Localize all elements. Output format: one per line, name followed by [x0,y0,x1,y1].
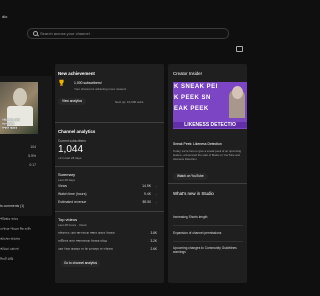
top-videos-title: Top videos [58,217,78,222]
whats-new-item[interactable]: Expansion of channel permissions [173,231,243,235]
thumbnail-line: EAK PEEK [174,106,209,112]
divider [168,183,247,184]
trend-icon: - [155,200,157,204]
trend-icon: - [155,184,157,188]
go-to-analytics-button[interactable]: Go to channel analytics [61,260,101,267]
summary-value: 9.4K [144,192,151,196]
watch-on-youtube-button[interactable]: Watch on YouTube [173,173,208,180]
subscribers-label: Current subscribers [58,139,86,143]
thumbnail-line: K SNEAK PEI [174,84,218,90]
summary-row[interactable]: Views 14.9K - [58,184,157,188]
subscribers-change: +9 in last 28 days [58,156,82,160]
divider [55,166,164,167]
analytics-title: Channel analytics [58,129,96,134]
stat-value: 104 [30,145,36,149]
summary-label: Views [58,184,67,188]
top-videos-period: Last 48 hours · Views [58,223,87,227]
summary-value: $9.50 [142,200,152,204]
thumbnail-text: বহিরাগত কেন আপনাকে সম্মান করবে [2,118,20,130]
latest-video-thumbnail[interactable]: বহিরাগত কেন আপনাকে সম্মান করবে [0,82,38,134]
comment-line[interactable]: আমরা কোনো [0,244,52,254]
summary-period: Last 28 days [58,178,76,182]
comment-line[interactable]: আসেন আসেন [0,234,52,244]
divider [173,225,243,226]
insider-video-thumbnail[interactable]: K SNEAK PEI K PEEK SN EAK PEEK LIKENESS … [173,82,247,129]
top-video-row[interactable]: কেন বিয়ে করছেন না কি ভাবছেন বা পরিবার 2… [58,247,157,254]
search-input[interactable] [40,30,210,36]
achievement-next: Next up: 10,000 subs [115,100,144,104]
analytics-card: New achievement 1,000 subscribers! Your … [55,64,164,283]
summary-label: Estimated revenue [58,200,87,204]
stat-value: 5.5% [28,154,36,158]
insider-video-description: Today, we're here to give a sneak peek o… [173,149,242,161]
search-bar[interactable] [27,28,229,39]
top-video-title: কেন বিয়ে করছেন না কি ভাবছেন বা পরিবার [58,247,113,251]
subscribers-value: 1,044 [58,144,84,155]
presenter-head [232,86,243,99]
comment-line[interactable]: পরিষ্কার ভাবে [0,214,52,224]
summary-value: 14.9K [142,184,151,188]
achievement-name: 1,000 subscribers! [74,81,102,85]
achievement-subtitle: Your channel is attracting more viewers [74,87,127,91]
brand-label: dio [2,14,8,19]
insider-card: Creator Insider K SNEAK PEI K PEEK SN EA… [168,64,247,283]
stat-value: 0:17 [29,163,36,167]
achievement-title: New achievement [58,71,95,76]
latest-video-stats: 104 5.5% 0:17 [2,145,36,172]
comment-line[interactable]: দেখতে পারেন জি শুনি [0,224,52,234]
summary-title: Summary [58,172,76,177]
thumbnail-face [13,88,27,106]
trend-icon: - [155,192,157,196]
trophy-icon [59,79,64,86]
divider [55,211,164,212]
top-video-views: 3.2K [150,239,157,243]
search-icon [33,31,38,36]
top-video-views: 2.6K [150,247,157,251]
top-video-views: 3.8K [150,231,157,235]
comment-lines: পরিষ্কার ভাবে দেখতে পারেন জি শুনি আসেন আ… [0,214,52,264]
whats-new-title: What's new in Studio [173,191,214,196]
top-video-row[interactable]: বহিরাগত কেন আপনাকে সম্মান করবে নিজের 3.8… [58,231,157,238]
top-video-title: নারীদের জন্য সম্মানজনক নিজের চরিত্র [58,239,108,243]
divider [173,241,243,242]
thumbnail-caption: LIKENESS DETECTIO [173,122,247,128]
summary-label: Watch time (hours) [58,192,87,196]
comment-line[interactable]: ফিটে মারি [0,254,52,264]
whats-new-item[interactable]: Increasing Shorts length [173,215,243,219]
divider [55,122,164,123]
summary-row[interactable]: Estimated revenue $9.50 - [58,200,157,204]
top-bar: dio [0,0,247,20]
comments-label[interactable]: ts comments (1) [0,204,52,208]
view-analytics-button[interactable]: View analytics [58,98,87,105]
summary-row[interactable]: Watch time (hours) 9.4K - [58,192,157,196]
top-video-row[interactable]: নারীদের জন্য সম্মানজনক নিজের চরিত্র 3.2K [58,239,157,246]
thumbnail-line: K PEEK SN [174,95,211,101]
whats-new-item[interactable]: Upcoming changes to Community Guidelines… [173,246,243,254]
insider-video-title[interactable]: Sneak Peek: Likeness Detection [173,142,222,146]
top-video-title: বহিরাগত কেন আপনাকে সম্মান করবে নিজের [58,231,115,235]
insider-title: Creator Insider [173,71,203,76]
create-video-icon[interactable] [236,46,243,52]
